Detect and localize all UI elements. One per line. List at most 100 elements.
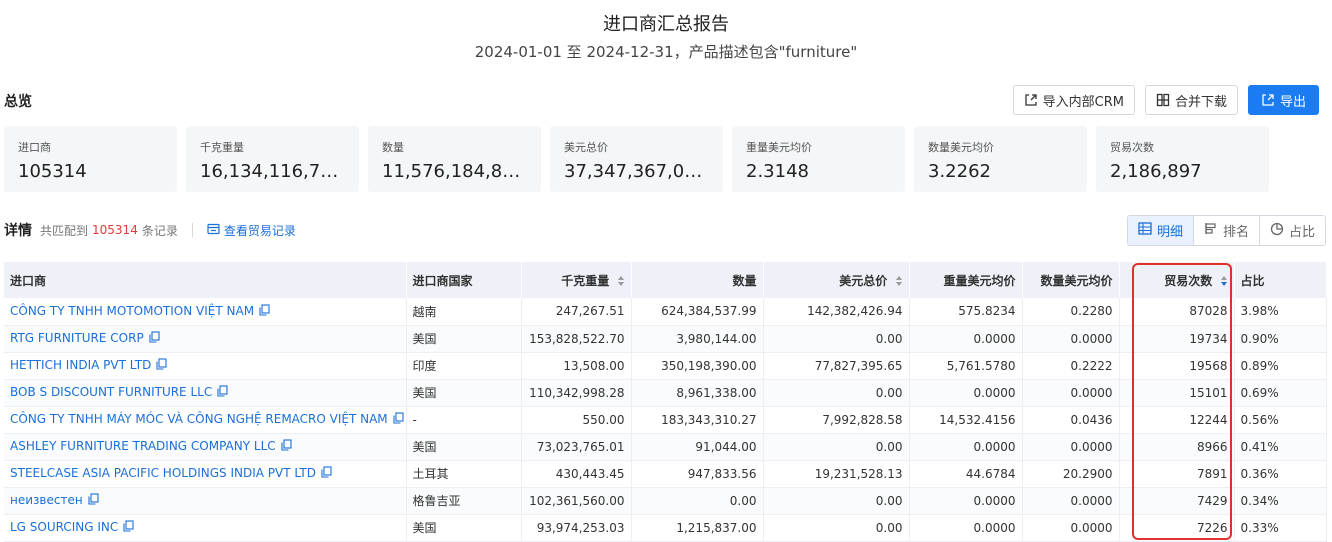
col-header-importer: 进口商 — [4, 262, 407, 298]
tab-ranking-label: 排名 — [1222, 225, 1249, 240]
importer-cell: RTG FURNITURE CORP — [4, 325, 407, 353]
stat-card-total-usd: 美元总价 37,347,367,048.... — [550, 126, 723, 192]
stat-card-quantity: 数量 11,576,184,815.... — [368, 126, 541, 192]
table-cell: 7,992,828.58 — [763, 406, 910, 434]
table-cell: 77,827,395.65 — [763, 352, 910, 380]
importer-cell: BOB S DISCOUNT FURNITURE LLC — [4, 379, 407, 407]
table-cell: 美国 — [406, 433, 522, 461]
copy-icon[interactable] — [123, 520, 134, 535]
sort-icon[interactable] — [895, 276, 903, 286]
importer-cell: LG SOURCING INC — [4, 514, 407, 542]
copy-icon[interactable] — [321, 466, 332, 481]
importer-name-link[interactable]: CÔNG TY TNHH MOTOMOTION VIỆT NAM — [10, 304, 254, 318]
table-cell: 7891 — [1119, 460, 1235, 488]
table-icon — [1138, 222, 1152, 239]
table-cell: 0.69% — [1234, 379, 1327, 407]
table-cell: 13,508.00 — [521, 352, 632, 380]
table-cell: 624,384,537.99 — [631, 298, 764, 326]
import-crm-button[interactable]: 导入内部CRM — [1012, 85, 1135, 115]
col-header-share: 占比 — [1234, 262, 1327, 298]
tab-detail[interactable]: 明细 — [1127, 216, 1193, 245]
copy-icon[interactable] — [217, 385, 228, 400]
table-cell: 0.0000 — [1022, 487, 1120, 515]
stat-value: 16,134,116,795.... — [200, 161, 345, 182]
table-row: STEELCASE ASIA PACIFIC HOLDINGS INDIA PV… — [4, 460, 1327, 488]
table-cell: 越南 — [406, 298, 522, 326]
importer-name-link[interactable]: неизвестен — [10, 493, 83, 507]
table-cell: 5,761.5780 — [909, 352, 1023, 380]
col-header-total-usd-label: 美元总价 — [839, 273, 888, 288]
table-cell: 0.2222 — [1022, 352, 1120, 380]
export-label: 导出 — [1279, 94, 1306, 110]
table-cell: 0.56% — [1234, 406, 1327, 434]
copy-icon[interactable] — [259, 304, 270, 319]
table-cell: 0.00 — [763, 487, 910, 515]
merge-icon — [1156, 93, 1170, 107]
importer-name-link[interactable]: STEELCASE ASIA PACIFIC HOLDINGS INDIA PV… — [10, 466, 316, 480]
table-cell: 93,974,253.03 — [521, 514, 632, 542]
copy-icon[interactable] — [156, 358, 167, 373]
col-header-weight-label: 千克重量 — [561, 273, 610, 288]
copy-icon[interactable] — [88, 493, 99, 508]
tab-share[interactable]: 占比 — [1258, 216, 1325, 245]
table-cell: - — [406, 406, 522, 434]
tab-share-label: 占比 — [1288, 225, 1315, 240]
copy-icon[interactable] — [149, 331, 160, 346]
col-header-trade-count[interactable]: 贸易次数 — [1119, 262, 1235, 298]
sort-icon[interactable] — [617, 276, 625, 286]
importer-name-link[interactable]: CÔNG TY TNHH MÁY MÓC VÀ CÔNG NGHỆ REMACR… — [10, 412, 388, 426]
stat-value: 105314 — [18, 161, 87, 182]
table-cell: 0.0000 — [909, 487, 1023, 515]
view-trade-records-label: 查看贸易记录 — [223, 223, 296, 238]
importer-name-link[interactable]: HETTICH INDIA PVT LTD — [10, 358, 151, 372]
records-icon — [207, 223, 220, 238]
table-cell: 美国 — [406, 325, 522, 353]
table-cell: 12244 — [1119, 406, 1235, 434]
summary-stats: 进口商 105314 千克重量 16,134,116,795.... 数量 11… — [4, 126, 1269, 192]
copy-icon[interactable] — [393, 412, 404, 427]
table-cell: 44.6784 — [909, 460, 1023, 488]
table-cell: 1,215,837.00 — [631, 514, 764, 542]
col-header-total-usd[interactable]: 美元总价 — [763, 262, 910, 298]
table-cell: 0.00 — [763, 325, 910, 353]
stat-card-trade-count: 贸易次数 2,186,897 — [1096, 126, 1269, 192]
tab-ranking[interactable]: 排名 — [1192, 216, 1259, 245]
merge-download-button[interactable]: 合并下载 — [1144, 85, 1238, 115]
table-cell: 0.0000 — [909, 325, 1023, 353]
importer-name-link[interactable]: LG SOURCING INC — [10, 520, 118, 534]
stat-card-quantity-avg-price: 数量美元均价 3.2262 — [914, 126, 1087, 192]
importer-table: 进口商 进口商国家 千克重量 数量 美元总价 重量美元均价 数量美元均价 贸易次… — [4, 262, 1327, 542]
page-title: 进口商汇总报告 — [603, 14, 729, 35]
table-cell: 7226 — [1119, 514, 1235, 542]
importer-name-link[interactable]: ASHLEY FURNITURE TRADING COMPANY LLC — [10, 439, 276, 453]
table-cell: 153,828,522.70 — [521, 325, 632, 353]
table-cell: 73,023,765.01 — [521, 433, 632, 461]
divider — [191, 223, 193, 237]
table-cell: 0.0436 — [1022, 406, 1120, 434]
table-cell: 0.34% — [1234, 487, 1327, 515]
table-cell: 0.36% — [1234, 460, 1327, 488]
importer-name-link[interactable]: RTG FURNITURE CORP — [10, 331, 144, 345]
action-toolbar: 导入内部CRM 合并下载 导出 — [1012, 85, 1319, 115]
importer-cell: неизвестен — [4, 487, 407, 515]
importer-name-link[interactable]: BOB S DISCOUNT FURNITURE LLC — [10, 385, 212, 399]
table-cell: 0.89% — [1234, 352, 1327, 380]
table-cell: 3.98% — [1234, 298, 1327, 326]
sort-desc-icon[interactable] — [1220, 276, 1228, 286]
table-row: CÔNG TY TNHH MÁY MÓC VÀ CÔNG NGHỆ REMACR… — [4, 406, 1327, 434]
copy-icon[interactable] — [281, 439, 292, 454]
table-cell: 19568 — [1119, 352, 1235, 380]
table-row: RTG FURNITURE CORP 美国 153,828,522.70 3,980,… — [4, 325, 1327, 353]
table-row: CÔNG TY TNHH MOTOMOTION VIỆT NAM 越南 247,26… — [4, 298, 1327, 326]
stat-label: 千克重量 — [200, 141, 244, 154]
export-button[interactable]: 导出 — [1247, 85, 1319, 115]
table-cell: 575.8234 — [909, 298, 1023, 326]
import-crm-label: 导入内部CRM — [1042, 94, 1124, 110]
col-header-weight[interactable]: 千克重量 — [521, 262, 632, 298]
table-cell: 430,443.45 — [521, 460, 632, 488]
match-suffix: 条记录 — [141, 223, 178, 238]
table-cell: 0.0000 — [909, 379, 1023, 407]
view-trade-records-link[interactable]: 查看贸易记录 — [207, 222, 296, 239]
table-header-row: 进口商 进口商国家 千克重量 数量 美元总价 重量美元均价 数量美元均价 贸易次… — [4, 262, 1327, 298]
importer-cell: ASHLEY FURNITURE TRADING COMPANY LLC — [4, 433, 407, 461]
